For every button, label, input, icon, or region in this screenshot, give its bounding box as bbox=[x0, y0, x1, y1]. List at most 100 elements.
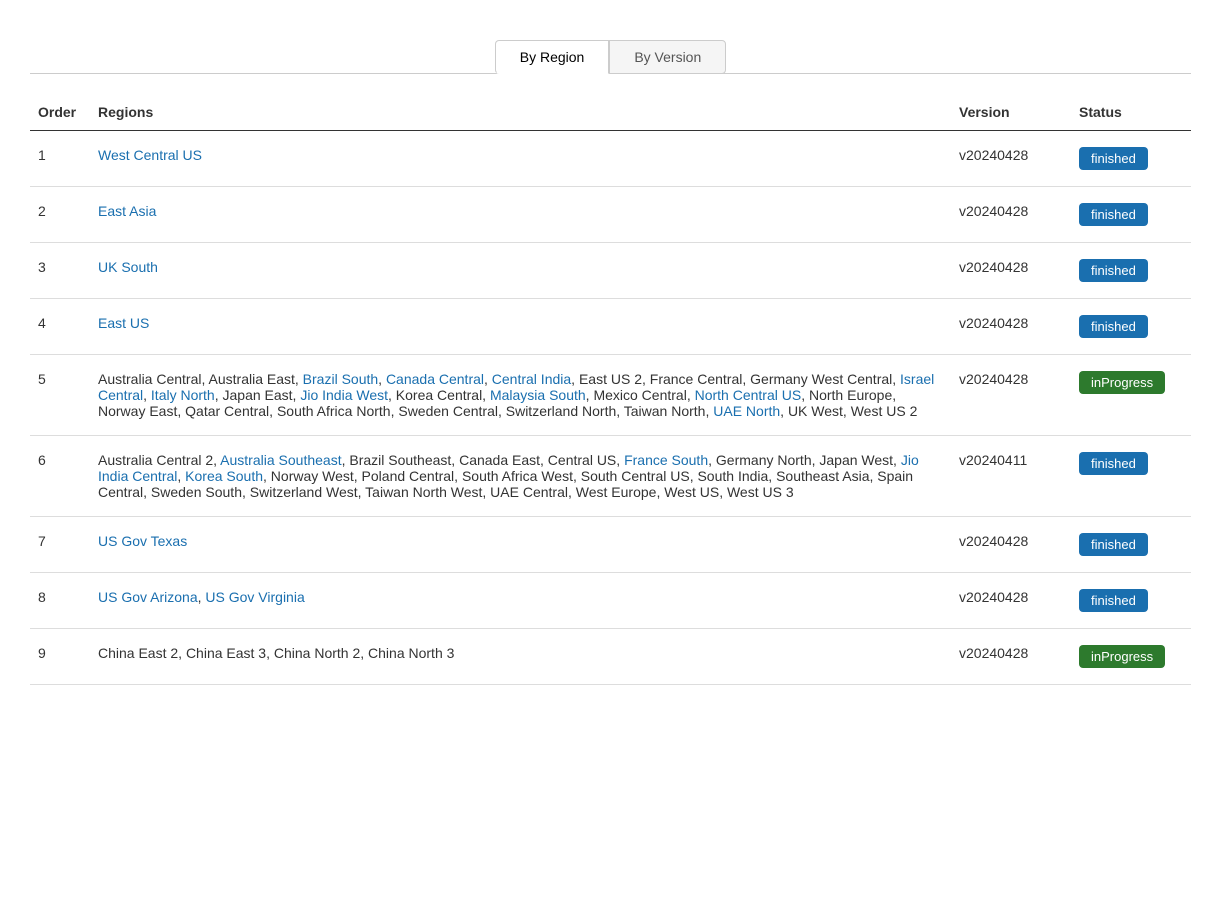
region-link[interactable]: UK South bbox=[98, 259, 158, 275]
region-text: China East 2, China East 3, China North … bbox=[98, 645, 454, 661]
cell-version: v20240428 bbox=[951, 517, 1071, 573]
header-order: Order bbox=[30, 94, 90, 131]
cell-regions: US Gov Texas bbox=[90, 517, 951, 573]
table-row: 5Australia Central, Australia East, Braz… bbox=[30, 355, 1191, 436]
region-link[interactable]: Brazil South bbox=[303, 371, 378, 387]
region-text: France Central bbox=[650, 371, 743, 387]
release-order-table: Order Regions Version Status 1 West Centr… bbox=[30, 94, 1191, 685]
region-text: , bbox=[177, 468, 185, 484]
cell-order: 5 bbox=[30, 355, 90, 436]
cell-version: v20240411 bbox=[951, 436, 1071, 517]
status-badge: finished bbox=[1079, 589, 1148, 612]
region-text: South Africa North bbox=[277, 403, 391, 419]
region-text: , UK West, West US 2 bbox=[780, 403, 917, 419]
cell-regions: East Asia bbox=[90, 187, 951, 243]
cell-regions: Australia Central 2, Australia Southeast… bbox=[90, 436, 951, 517]
region-text: , Korea Central, bbox=[388, 387, 490, 403]
cell-regions: US Gov Arizona, US Gov Virginia bbox=[90, 573, 951, 629]
status-badge: finished bbox=[1079, 147, 1148, 170]
region-text: , Germany North, Japan West, bbox=[708, 452, 901, 468]
cell-version: v20240428 bbox=[951, 187, 1071, 243]
region-link[interactable]: East Asia bbox=[98, 203, 156, 219]
region-text: , bbox=[143, 387, 151, 403]
status-badge: finished bbox=[1079, 533, 1148, 556]
region-link[interactable]: US Gov Texas bbox=[98, 533, 187, 549]
region-text: , bbox=[484, 371, 492, 387]
status-badge: finished bbox=[1079, 315, 1148, 338]
table-row: 2 East Asia v20240428 finished bbox=[30, 187, 1191, 243]
cell-version: v20240428 bbox=[951, 243, 1071, 299]
region-link[interactable]: Canada Central bbox=[386, 371, 484, 387]
cell-version: v20240428 bbox=[951, 629, 1071, 685]
table-row: 8US Gov Arizona, US Gov Virginiav2024042… bbox=[30, 573, 1191, 629]
table-row: 1 West Central US v20240428 finished bbox=[30, 131, 1191, 187]
table-row: 3 UK South v20240428 finished bbox=[30, 243, 1191, 299]
region-link[interactable]: Malaysia South bbox=[490, 387, 586, 403]
region-text: , Brazil Southeast, Canada East, Central… bbox=[342, 452, 624, 468]
cell-status: finished bbox=[1071, 436, 1191, 517]
status-badge: finished bbox=[1079, 259, 1148, 282]
region-link[interactable]: Central India bbox=[492, 371, 571, 387]
cell-order: 1 bbox=[30, 131, 90, 187]
cell-regions: China East 2, China East 3, China North … bbox=[90, 629, 951, 685]
table-row: 4 East US v20240428 finished bbox=[30, 299, 1191, 355]
cell-version: v20240428 bbox=[951, 355, 1071, 436]
tab-bar: By Region By Version bbox=[30, 40, 1191, 74]
status-badge: inProgress bbox=[1079, 371, 1165, 394]
region-link[interactable]: North Central US bbox=[695, 387, 802, 403]
cell-status: finished bbox=[1071, 131, 1191, 187]
region-link[interactable]: Jio India West bbox=[300, 387, 388, 403]
region-link[interactable]: US Gov Virginia bbox=[205, 589, 304, 605]
cell-order: 4 bbox=[30, 299, 90, 355]
cell-order: 2 bbox=[30, 187, 90, 243]
cell-regions: UK South bbox=[90, 243, 951, 299]
region-link[interactable]: East US bbox=[98, 315, 149, 331]
region-link[interactable]: West Central US bbox=[98, 147, 202, 163]
region-text: , bbox=[801, 387, 809, 403]
region-link[interactable]: UAE North bbox=[713, 403, 780, 419]
cell-order: 7 bbox=[30, 517, 90, 573]
cell-status: finished bbox=[1071, 573, 1191, 629]
table-row: 6Australia Central 2, Australia Southeas… bbox=[30, 436, 1191, 517]
cell-regions: East US bbox=[90, 299, 951, 355]
cell-version: v20240428 bbox=[951, 131, 1071, 187]
cell-order: 6 bbox=[30, 436, 90, 517]
cell-status: finished bbox=[1071, 187, 1191, 243]
region-text: Australia Central bbox=[98, 371, 202, 387]
tab-by-region[interactable]: By Region bbox=[495, 40, 610, 74]
status-badge: finished bbox=[1079, 203, 1148, 226]
status-badge: inProgress bbox=[1079, 645, 1165, 668]
region-text: , Japan East, bbox=[215, 387, 301, 403]
region-text: , bbox=[202, 371, 209, 387]
cell-status: finished bbox=[1071, 299, 1191, 355]
header-regions: Regions bbox=[90, 94, 951, 131]
status-badge: finished bbox=[1079, 452, 1148, 475]
cell-order: 9 bbox=[30, 629, 90, 685]
table-body: 1 West Central US v20240428 finished 2 East A… bbox=[30, 131, 1191, 685]
header-status: Status bbox=[1071, 94, 1191, 131]
tab-by-version[interactable]: By Version bbox=[609, 40, 726, 74]
table-row: 7 US Gov Texas v20240428 finished bbox=[30, 517, 1191, 573]
region-link[interactable]: Korea South bbox=[185, 468, 263, 484]
table-row: 9 China East 2, China East 3, China North… bbox=[30, 629, 1191, 685]
table-header: Order Regions Version Status bbox=[30, 94, 1191, 131]
cell-status: finished bbox=[1071, 517, 1191, 573]
cell-status: inProgress bbox=[1071, 355, 1191, 436]
region-link[interactable]: Italy North bbox=[151, 387, 215, 403]
region-text: Australia Central 2, bbox=[98, 452, 220, 468]
region-text: , Mexico Central, bbox=[586, 387, 695, 403]
region-text: North Europe bbox=[809, 387, 892, 403]
cell-order: 3 bbox=[30, 243, 90, 299]
cell-status: inProgress bbox=[1071, 629, 1191, 685]
region-text: Australia East bbox=[209, 371, 295, 387]
cell-version: v20240428 bbox=[951, 299, 1071, 355]
cell-status: finished bbox=[1071, 243, 1191, 299]
region-link[interactable]: France South bbox=[624, 452, 708, 468]
region-text: , Germany West Central, bbox=[742, 371, 900, 387]
region-link[interactable]: Australia Southeast bbox=[220, 452, 341, 468]
cell-regions: Australia Central, Australia East, Brazi… bbox=[90, 355, 951, 436]
region-text: , bbox=[295, 371, 303, 387]
header-version: Version bbox=[951, 94, 1071, 131]
region-link[interactable]: US Gov Arizona bbox=[98, 589, 198, 605]
region-text: , East US 2, bbox=[571, 371, 650, 387]
